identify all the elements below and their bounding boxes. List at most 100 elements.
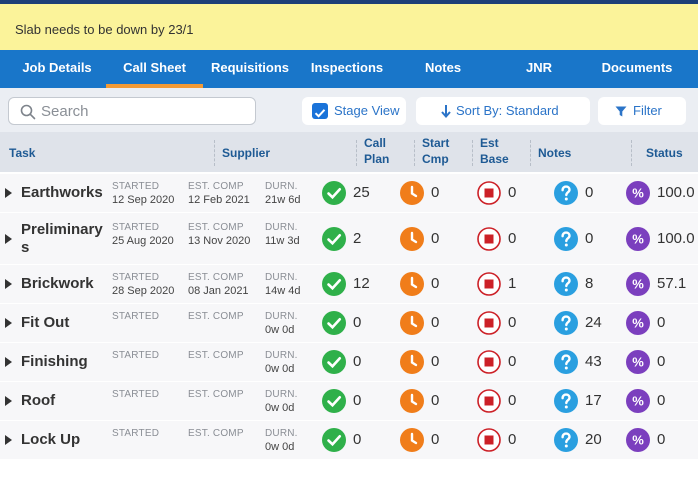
- table-row[interactable]: Lock Up STARTED EST. COMP DURN. 0w 0d 0 0 0 20% 0: [0, 421, 698, 459]
- clock-icon[interactable]: [400, 311, 424, 335]
- svg-text:%: %: [632, 277, 644, 292]
- check-circle-icon[interactable]: [322, 311, 346, 335]
- column-supplier[interactable]: Supplier: [222, 145, 270, 161]
- est-base-count: 0: [508, 392, 517, 409]
- durn-label: DURN.: [265, 428, 298, 439]
- check-circle-icon[interactable]: [322, 350, 346, 374]
- expand-arrow-icon[interactable]: [5, 435, 12, 445]
- table-row[interactable]: Brickwork STARTED 28 Sep 2020 EST. COMP 08 J…: [0, 265, 698, 303]
- check-circle-icon[interactable]: [322, 226, 346, 251]
- search-box[interactable]: [8, 97, 256, 125]
- question-icon[interactable]: [554, 389, 578, 413]
- check-circle-icon[interactable]: [322, 389, 346, 413]
- clock-icon[interactable]: [400, 350, 424, 374]
- percent-icon[interactable]: %: [626, 311, 650, 335]
- table-row[interactable]: Finishing STARTED EST. COMP DURN. 0w 0d 0 0 0 43…: [0, 343, 698, 381]
- started-value: 12 Sep 2020: [112, 194, 175, 206]
- stop-icon[interactable]: [477, 311, 501, 335]
- table-header: Task Supplier Call Plan Start Cmp Est Ba…: [0, 132, 698, 172]
- est-comp-value: 08 Jan 2021: [188, 285, 249, 297]
- durn-value: 0w 0d: [265, 363, 295, 375]
- stop-icon[interactable]: [477, 350, 501, 374]
- expand-arrow-icon[interactable]: [5, 279, 12, 289]
- sort-button[interactable]: Sort By: Standard: [416, 97, 590, 125]
- tab-call-sheet[interactable]: Call Sheet: [106, 50, 203, 88]
- clock-icon[interactable]: [400, 428, 424, 452]
- column-est-base[interactable]: Est Base: [480, 135, 509, 167]
- durn-value: 0w 0d: [265, 441, 295, 453]
- table-row[interactable]: Roof STARTED EST. COMP DURN. 0w 0d 0 0 0 17% 0: [0, 382, 698, 420]
- task-name-line: Preliminary: [21, 221, 103, 238]
- started-label: STARTED: [112, 181, 160, 192]
- clock-icon[interactable]: [400, 389, 424, 413]
- stage-view-toggle[interactable]: Stage View: [302, 97, 406, 125]
- status-value: 0: [657, 392, 666, 409]
- task-name: Brickwork: [21, 275, 94, 293]
- started-value: 28 Sep 2020: [112, 285, 175, 297]
- filter-icon: [615, 106, 627, 117]
- clock-icon[interactable]: [400, 226, 424, 251]
- clock-icon[interactable]: [400, 272, 424, 296]
- expand-arrow-icon[interactable]: [5, 357, 12, 367]
- question-icon[interactable]: [554, 226, 578, 251]
- percent-icon[interactable]: %: [626, 350, 650, 374]
- sort-label: Sort By: Standard: [456, 103, 559, 118]
- status-value: 0: [657, 314, 666, 331]
- tab-documents[interactable]: Documents: [589, 50, 685, 88]
- tab-requisitions[interactable]: Requisitions: [203, 50, 297, 88]
- percent-icon[interactable]: %: [626, 226, 650, 251]
- stop-icon[interactable]: [477, 389, 501, 413]
- table-row[interactable]: Preliminary s STARTED 25 Aug 2020 EST. COMP 1…: [0, 213, 698, 264]
- stop-icon[interactable]: [477, 181, 501, 205]
- percent-icon[interactable]: %: [626, 272, 650, 296]
- table-row[interactable]: Fit Out STARTED EST. COMP DURN. 0w 0d 0 0 0 24% 0: [0, 304, 698, 342]
- question-icon[interactable]: [554, 181, 578, 205]
- started-label: STARTED: [112, 222, 160, 233]
- expand-arrow-icon[interactable]: [5, 318, 12, 328]
- call-plan-count: 0: [353, 314, 362, 331]
- filter-button[interactable]: Filter: [598, 97, 686, 125]
- notes-count: 43: [585, 353, 602, 370]
- tab-inspections[interactable]: Inspections: [297, 50, 397, 88]
- tab-notes[interactable]: Notes: [397, 50, 489, 88]
- est-base-count: 0: [508, 353, 517, 370]
- table-row[interactable]: Earthworks STARTED 12 Sep 2020 EST. COMP 12 …: [0, 174, 698, 212]
- filter-label: Filter: [633, 103, 662, 118]
- started-label: STARTED: [112, 311, 160, 322]
- check-circle-icon[interactable]: [322, 428, 346, 452]
- toolbar: Stage View Sort By: Standard Filter: [0, 88, 698, 132]
- question-icon[interactable]: [554, 350, 578, 374]
- stage-view-checkbox[interactable]: [312, 103, 328, 119]
- percent-icon[interactable]: %: [626, 428, 650, 452]
- expand-arrow-icon[interactable]: [5, 396, 12, 406]
- stop-icon[interactable]: [477, 226, 501, 251]
- column-task[interactable]: Task: [9, 145, 35, 161]
- sort-arrow-icon: [441, 105, 451, 118]
- expand-arrow-icon[interactable]: [5, 188, 12, 198]
- column-status[interactable]: Status: [646, 145, 683, 161]
- percent-icon[interactable]: %: [626, 181, 650, 205]
- search-input[interactable]: [41, 100, 241, 122]
- question-icon[interactable]: [554, 428, 578, 452]
- durn-label: DURN.: [265, 222, 298, 233]
- tab-jnr[interactable]: JNR: [489, 50, 589, 88]
- tab-job-details[interactable]: Job Details: [8, 50, 106, 88]
- question-icon[interactable]: [554, 311, 578, 335]
- call-plan-count: 0: [353, 431, 362, 448]
- stop-icon[interactable]: [477, 428, 501, 452]
- column-call-plan[interactable]: Call Plan: [364, 135, 389, 167]
- task-name-line: Finishing: [21, 353, 88, 370]
- question-icon[interactable]: [554, 272, 578, 296]
- column-notes[interactable]: Notes: [538, 145, 571, 161]
- durn-value: 21w 6d: [265, 194, 301, 206]
- column-start-cmp[interactable]: Start Cmp: [422, 135, 449, 167]
- column-divider: [631, 140, 632, 166]
- durn-value: 11w 3d: [265, 235, 300, 247]
- clock-icon[interactable]: [400, 181, 424, 205]
- check-circle-icon[interactable]: [322, 272, 346, 296]
- percent-icon[interactable]: %: [626, 389, 650, 413]
- check-circle-icon[interactable]: [322, 181, 346, 205]
- expand-arrow-icon[interactable]: [5, 233, 12, 244]
- stop-icon[interactable]: [477, 272, 501, 296]
- search-icon: [20, 104, 36, 120]
